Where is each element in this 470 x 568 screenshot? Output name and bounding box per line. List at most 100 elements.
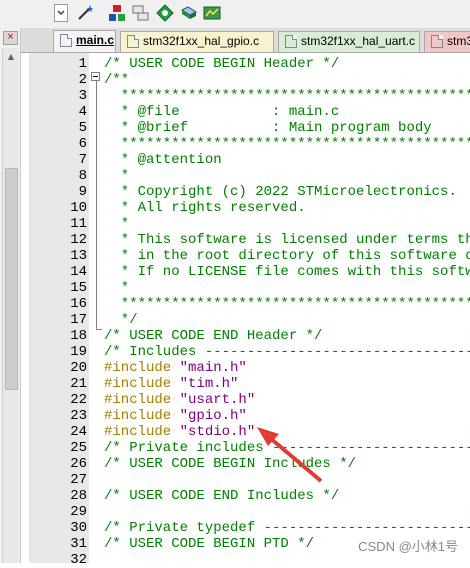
code-line[interactable]: /**: [104, 72, 470, 88]
dropdown-icon[interactable]: [54, 4, 68, 22]
line-number: 10: [70, 200, 87, 216]
file-tab-bar: main.c stm32f1xx_hal_gpio.c stm32f1xx_hal_…: [21, 28, 470, 53]
code-line[interactable]: /* USER CODE BEGIN Includes */: [104, 456, 470, 472]
line-number: 3: [78, 88, 87, 104]
line-number: 23: [70, 408, 87, 424]
code-token-comment: ****************************************…: [120, 296, 470, 312]
code-token-preprocessor: #include: [104, 360, 180, 376]
code-token-comment: ****************************************…: [120, 88, 470, 104]
code-line[interactable]: *: [104, 168, 470, 184]
diamond-icon[interactable]: [156, 4, 174, 22]
line-number: 5: [78, 120, 87, 136]
code-line[interactable]: /* Private typedef ---------------------…: [104, 520, 470, 536]
fold-margin: [89, 53, 104, 563]
file-icon: [431, 35, 443, 48]
magic-wand-icon[interactable]: [76, 4, 94, 22]
line-number: 11: [70, 216, 87, 232]
line-number: 27: [70, 472, 87, 488]
tab-label: stm32f1xx_hal_uart.c: [301, 34, 416, 48]
toolbar: [0, 0, 470, 29]
file-icon: [285, 35, 297, 48]
line-number: 16: [70, 296, 87, 312]
code-line[interactable]: * This software is licensed under terms …: [104, 232, 470, 248]
line-number: 26: [70, 456, 87, 472]
code-token-string: "tim.h": [179, 376, 239, 392]
fold-toggle-icon[interactable]: [91, 72, 100, 81]
code-token-comment: * If no LICENSE file comes with this sof…: [120, 264, 470, 280]
line-number: 7: [78, 152, 87, 168]
line-number: 19: [70, 344, 87, 360]
code-token-comment: /* Includes ----------------------------…: [104, 344, 470, 360]
line-number: 21: [70, 376, 87, 392]
code-line[interactable]: [104, 472, 470, 488]
line-number: 6: [78, 136, 87, 152]
code-token-comment: ****************************************…: [120, 136, 470, 152]
code-line[interactable]: *: [104, 280, 470, 296]
code-line[interactable]: #include "usart.h": [104, 392, 470, 408]
code-line[interactable]: *: [104, 216, 470, 232]
build-icon[interactable]: [108, 4, 126, 22]
device-icon-2[interactable]: [203, 4, 221, 22]
code-line[interactable]: /* USER CODE BEGIN Header */: [104, 56, 470, 72]
code-line[interactable]: */: [104, 312, 470, 328]
code-token-comment: * This software is licensed under terms …: [120, 232, 470, 248]
code-line[interactable]: /* Private includes --------------------…: [104, 440, 470, 456]
code-token-comment: *: [104, 280, 130, 296]
line-number: 9: [78, 184, 87, 200]
code-token-preprocessor: #include: [104, 424, 180, 440]
code-editor[interactable]: /* USER CODE BEGIN Header *//** ********…: [21, 53, 470, 568]
code-line[interactable]: /* USER CODE END Includes */: [104, 488, 470, 504]
fold-end-marker: [96, 329, 102, 330]
tab-label: main.c: [76, 33, 115, 47]
code-token-comment: /* USER CODE BEGIN Header */: [104, 56, 340, 72]
code-token-comment: /* USER CODE END Includes */: [104, 488, 340, 504]
code-line[interactable]: * Copyright (c) 2022 STMicroelectronics.: [104, 184, 470, 200]
code-line[interactable]: * in the root directory of this software…: [104, 248, 470, 264]
code-area[interactable]: /* USER CODE BEGIN Header *//** ********…: [104, 53, 470, 563]
code-line[interactable]: ****************************************…: [104, 88, 470, 104]
code-line[interactable]: #include "tim.h": [104, 376, 470, 392]
code-line[interactable]: * @brief : Main program body: [104, 120, 470, 136]
tab-file[interactable]: stm32f1: [424, 31, 470, 52]
code-token-comment: * All rights reserved.: [104, 200, 306, 216]
line-number: 22: [70, 392, 87, 408]
code-token-string: "main.h": [179, 360, 247, 376]
line-number: 18: [70, 328, 87, 344]
tab-file[interactable]: stm32f1xx_hal_gpio.c: [120, 31, 274, 52]
code-line[interactable]: * @attention: [104, 152, 470, 168]
scrollbar-thumb[interactable]: [5, 168, 18, 390]
line-number: 24: [70, 424, 87, 440]
panel-scrollbar[interactable]: ▲: [2, 48, 19, 563]
scroll-up-icon[interactable]: ▲: [3, 50, 19, 64]
code-line[interactable]: #include "stdio.h": [104, 424, 470, 440]
line-number: 13: [70, 248, 87, 264]
code-token-comment: /**: [104, 72, 130, 88]
code-line[interactable]: * If no LICENSE file comes with this sof…: [104, 264, 470, 280]
code-token-preprocessor: #include: [104, 408, 180, 424]
code-line[interactable]: * @file : main.c: [104, 104, 470, 120]
code-line[interactable]: [104, 504, 470, 520]
code-line[interactable]: /* USER CODE END Header */: [104, 328, 470, 344]
tab-file[interactable]: stm32f1xx_hal_uart.c: [278, 31, 420, 52]
tab-label: stm32f1: [447, 34, 470, 48]
code-line[interactable]: * All rights reserved.: [104, 200, 470, 216]
line-number: 31: [70, 536, 87, 552]
device-icon[interactable]: [180, 4, 198, 22]
code-line[interactable]: /* Includes ----------------------------…: [104, 344, 470, 360]
tab-file[interactable]: main.c: [53, 30, 116, 52]
code-line[interactable]: ****************************************…: [104, 136, 470, 152]
code-line[interactable]: #include "gpio.h": [104, 408, 470, 424]
line-number: 20: [70, 360, 87, 376]
stack-icon[interactable]: [132, 4, 150, 22]
line-number: 14: [70, 264, 87, 280]
code-token-comment: *: [104, 216, 130, 232]
line-number: 2: [78, 72, 87, 88]
code-line[interactable]: #include "main.h": [104, 360, 470, 376]
code-token-comment: /* USER CODE END Header */: [104, 328, 323, 344]
code-line[interactable]: ****************************************…: [104, 296, 470, 312]
code-token-string: "stdio.h": [179, 424, 256, 440]
line-number: 17: [70, 312, 87, 328]
close-icon[interactable]: ×: [3, 31, 18, 45]
line-number: 28: [70, 488, 87, 504]
code-token-comment: /* USER CODE BEGIN Includes */: [104, 456, 357, 472]
